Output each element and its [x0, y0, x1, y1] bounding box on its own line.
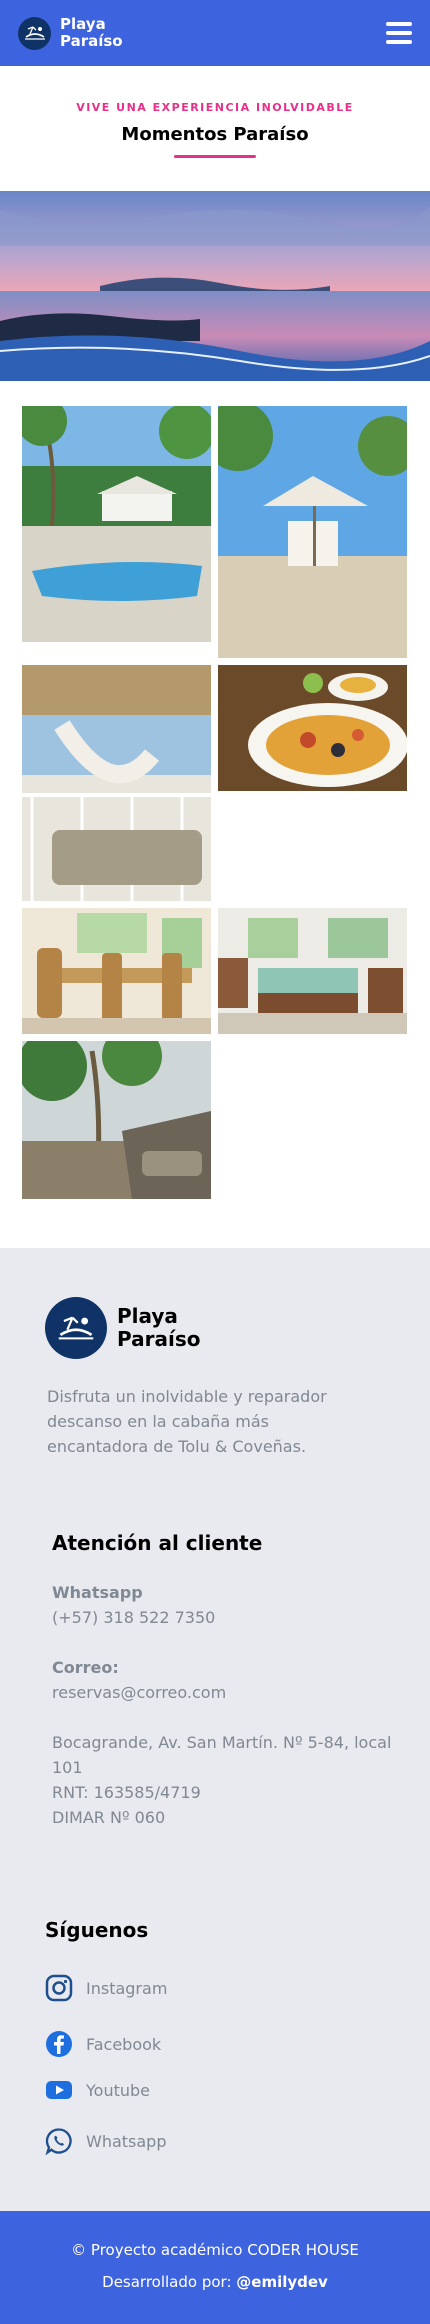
support-title: Atención al cliente: [52, 1531, 263, 1555]
beach-logo-icon: [18, 16, 51, 50]
beach-logo-icon: [45, 1297, 107, 1359]
whatsapp-icon: [44, 2126, 74, 2156]
page-title: Momentos Paraíso: [121, 124, 309, 145]
social-link-whatsapp[interactable]: Whatsapp: [44, 2126, 167, 2156]
intro-eyebrow: VIVE UNA EXPERIENCIA INOLVIDABLE: [76, 101, 354, 114]
facebook-icon: [44, 2029, 74, 2059]
email-address[interactable]: reservas@correo.com: [52, 1680, 226, 1705]
footer-description: Disfruta un inolvidable y reparador desc…: [47, 1387, 327, 1456]
whatsapp-number[interactable]: (+57) 318 522 7350: [52, 1605, 215, 1630]
social-link-facebook[interactable]: Facebook: [44, 2029, 161, 2059]
brand-name-line1: Playa: [60, 15, 106, 33]
footer-brand-line1: Playa: [117, 1304, 178, 1328]
hamburger-bar: [386, 40, 412, 44]
copyright-text: © Proyecto académico CODER HOUSE: [71, 2241, 359, 2259]
beach-kiosk-photo[interactable]: [218, 406, 407, 658]
footer-info-section: Playa Paraíso Disfruta un inolvidable y …: [0, 1248, 430, 2211]
title-underline: [174, 155, 256, 158]
hamburger-bar: [386, 22, 412, 26]
follow-title: Síguenos: [45, 1918, 149, 1942]
email-label: Correo:: [52, 1658, 119, 1677]
copyright-bar: © Proyecto académico CODER HOUSE Desarro…: [0, 2211, 430, 2324]
social-link-youtube[interactable]: Youtube: [44, 2075, 150, 2105]
pool-photo[interactable]: [22, 406, 211, 642]
youtube-icon: [44, 2075, 74, 2105]
whatsapp-label: Whatsapp: [52, 1583, 143, 1602]
seafood-paella-photo[interactable]: [218, 665, 407, 791]
footer-brand[interactable]: Playa Paraíso: [45, 1297, 200, 1359]
instagram-icon: [44, 1973, 74, 2003]
rnt-text: RNT: 163585/4719: [52, 1783, 201, 1802]
beach-terrace-photo[interactable]: [22, 1041, 211, 1199]
brand-link[interactable]: Playa Paraíso: [18, 16, 123, 50]
address-text: Bocagrande, Av. San Martín. Nº 5-84, loc…: [52, 1733, 392, 1777]
top-navbar: Playa Paraíso: [0, 0, 430, 66]
hamburger-menu-icon[interactable]: [386, 22, 412, 44]
footer-brand-line2: Paraíso: [117, 1327, 201, 1351]
footer-brand-name: Playa Paraíso: [117, 1305, 200, 1351]
brand-name-line2: Paraíso: [60, 32, 123, 50]
developer-prefix: Desarrollado por:: [102, 2273, 232, 2291]
brand-name: Playa Paraíso: [60, 16, 123, 50]
social-label: Whatsapp: [86, 2131, 167, 2151]
developer-handle-link[interactable]: @emilydev: [236, 2273, 328, 2291]
social-link-instagram[interactable]: Instagram: [44, 1973, 167, 2003]
social-label: Facebook: [86, 2034, 162, 2054]
social-label: Instagram: [86, 1978, 168, 1998]
lounge-room-photo[interactable]: [218, 908, 407, 1034]
social-label: Youtube: [86, 2080, 150, 2100]
intro-section: VIVE UNA EXPERIENCIA INOLVIDABLE Momento…: [0, 66, 430, 191]
hammock-porch-photo[interactable]: [22, 665, 211, 901]
dimar-text: DIMAR Nº 060: [52, 1808, 166, 1827]
developer-credit: Desarrollado por: @emilydev: [0, 2273, 430, 2291]
hamburger-bar: [386, 31, 412, 35]
sunset-beach-photo: [0, 191, 430, 381]
dining-room-photo[interactable]: [22, 908, 211, 1034]
